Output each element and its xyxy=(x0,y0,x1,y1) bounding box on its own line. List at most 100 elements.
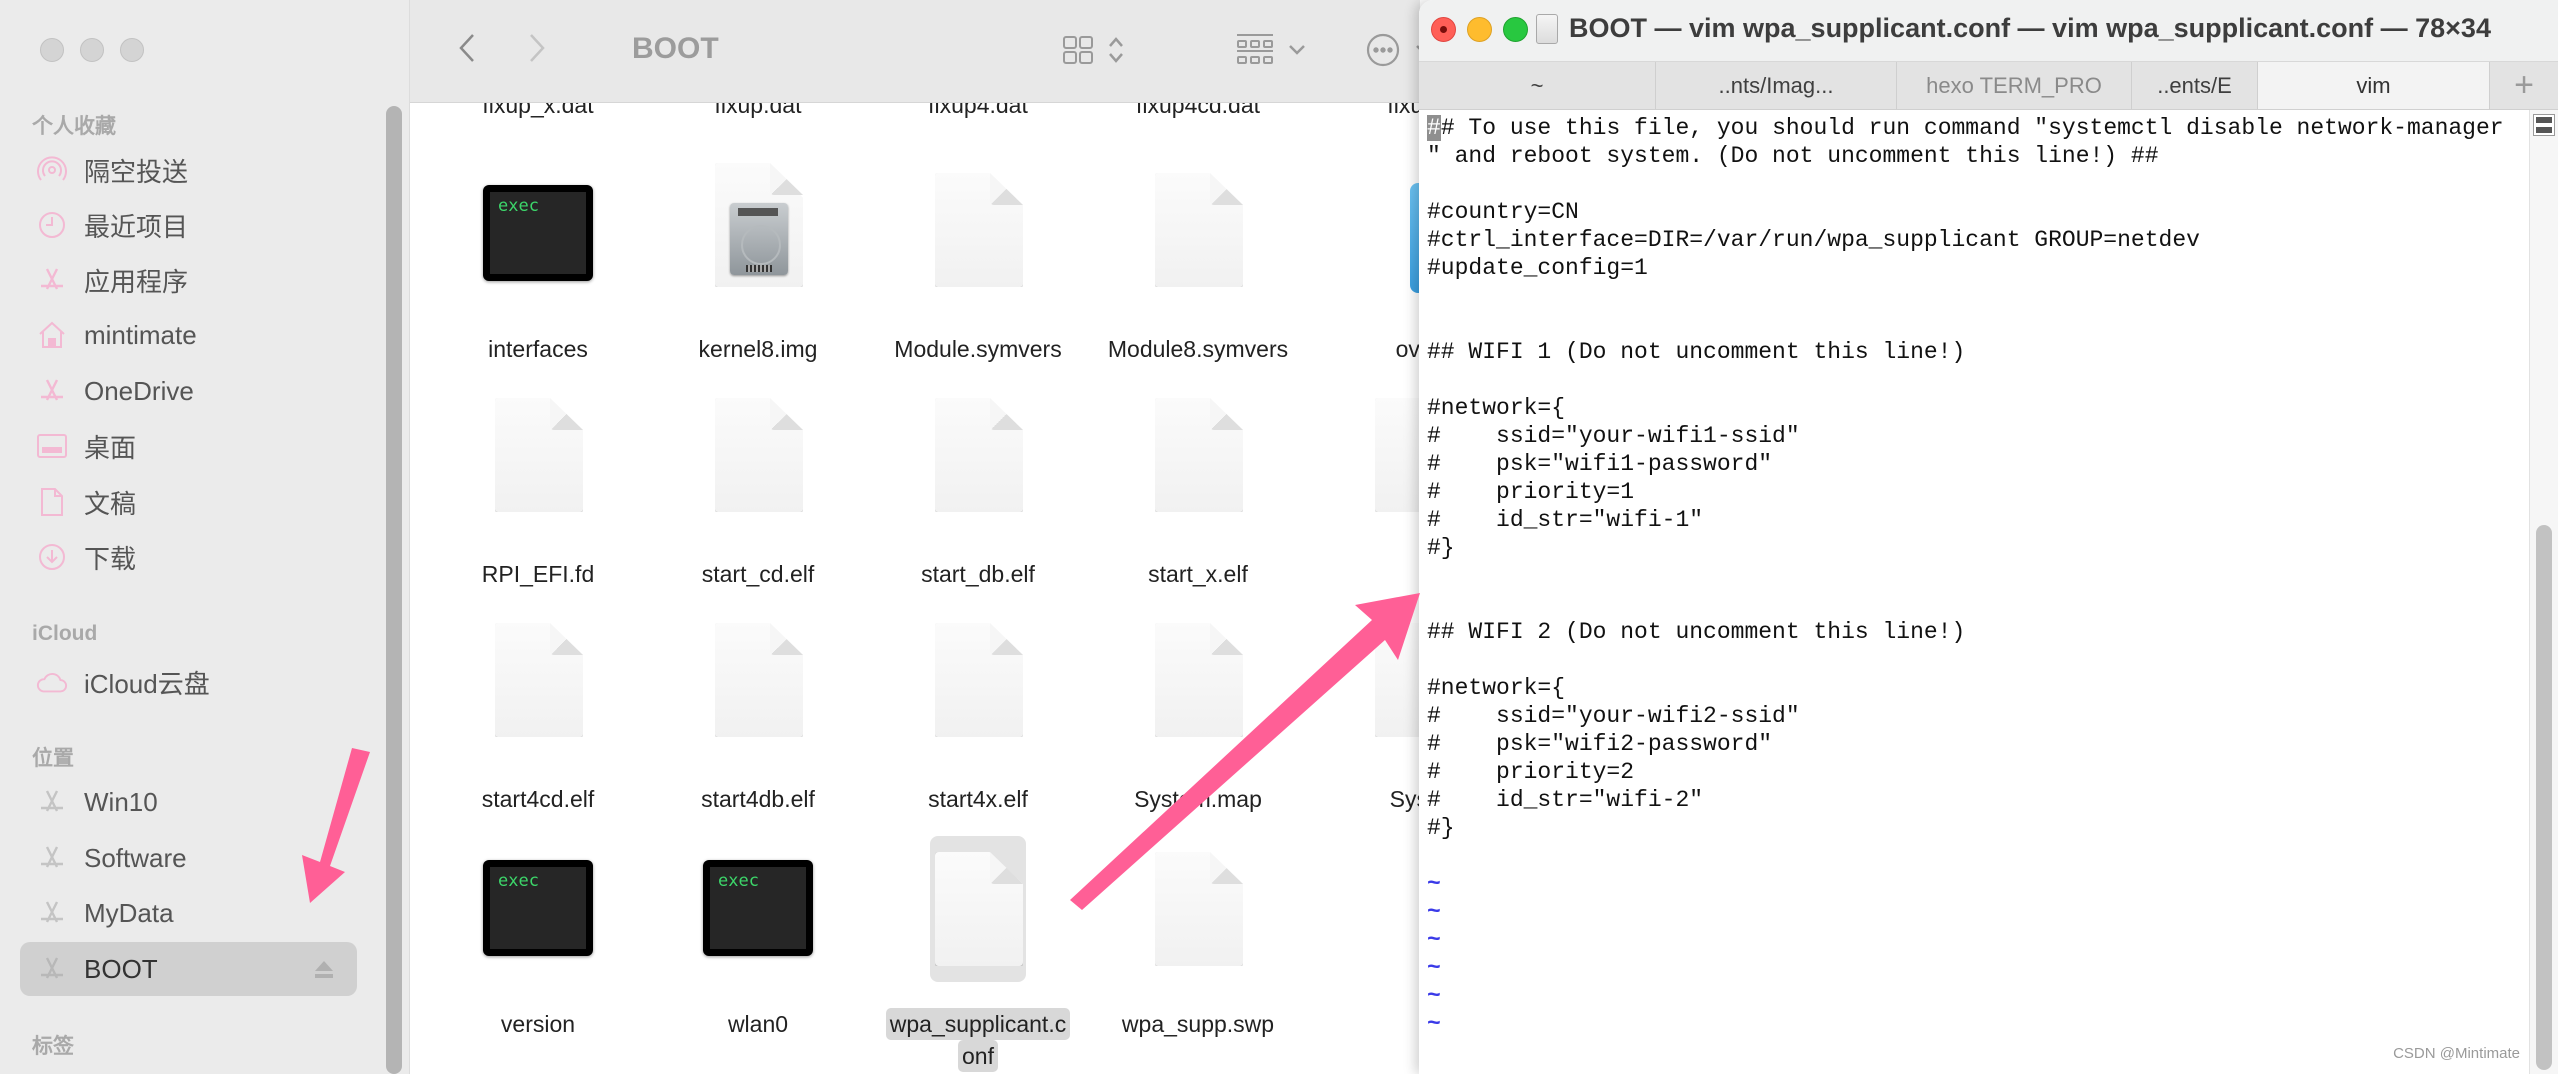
file-item-system-map[interactable]: System.map xyxy=(1088,623,1308,815)
file-item-interfaces[interactable]: exec interfaces xyxy=(428,173,648,365)
sidebar-scrollbar[interactable] xyxy=(386,106,402,1074)
sidebar-item-airdrop[interactable]: 隔空投送 xyxy=(20,143,357,197)
sidebar-item-label: MyData xyxy=(84,897,174,928)
tab-images[interactable]: ..nts/Imag... xyxy=(1656,62,1897,109)
file-label: kernel8.img xyxy=(698,336,818,362)
group-icon xyxy=(1236,33,1274,72)
desktop-icon xyxy=(36,430,68,462)
window-close-button[interactable] xyxy=(40,38,64,62)
terminal-close-button[interactable] xyxy=(1431,17,1456,42)
sidebar-item-label: 隔空投送 xyxy=(84,156,189,187)
terminal-zoom-button[interactable] xyxy=(1503,17,1528,42)
vim-line: # id_str="wifi-1" xyxy=(1427,507,1704,533)
sidebar-item-recents[interactable]: 最近项目 xyxy=(20,198,357,252)
forward-button[interactable] xyxy=(522,30,552,70)
vim-line: #network={ xyxy=(1427,395,1566,421)
file-item-start4x[interactable]: start4x.elf xyxy=(868,623,1088,815)
applications-icon xyxy=(36,264,68,296)
sidebar-item-documents[interactable]: 文稿 xyxy=(20,475,357,529)
terminal-minimize-button[interactable] xyxy=(1467,17,1492,42)
tab-hexo[interactable]: hexo TERM_PRO xyxy=(1897,62,2132,109)
exec-file-icon: exec xyxy=(703,860,813,956)
document-file-icon xyxy=(715,398,803,512)
file-item-start-x[interactable]: start_x.elf xyxy=(1088,398,1308,590)
vim-line: ## WIFI 1 (Do not uncomment this line!) xyxy=(1427,339,1966,365)
file-item-start[interactable]: star xyxy=(1308,398,1420,590)
file-item-start-cd[interactable]: start_cd.elf xyxy=(648,398,868,590)
sidebar-item-applications[interactable]: 应用程序 xyxy=(20,253,357,307)
drive-icon xyxy=(36,953,68,985)
tab-vim[interactable]: vim xyxy=(2258,62,2490,109)
hard-drive-icon xyxy=(730,203,788,275)
sidebar-item-label: 应用程序 xyxy=(84,266,189,297)
file-item-kernel8[interactable]: kernel8.img xyxy=(648,163,868,365)
file-item[interactable]: fixup4 xyxy=(1308,103,1420,121)
file-label: fixup.dat xyxy=(714,103,802,118)
exec-badge: exec xyxy=(498,871,539,891)
vim-line: #ctrl_interface=DIR=/var/run/wpa_supplic… xyxy=(1427,227,2200,253)
vim-empty-line-marker: ~ xyxy=(1427,955,1441,981)
file-item-wpa-supplicant-conf[interactable]: wpa_supplicant.c onf xyxy=(868,836,1088,1072)
file-label: start4cd.elf xyxy=(481,786,595,812)
file-item-module-symvers[interactable]: Module.symvers xyxy=(868,173,1088,365)
sidebar-item-software[interactable]: Software xyxy=(20,831,357,885)
eject-icon[interactable] xyxy=(313,958,335,980)
file-label: wpa_supp.swp xyxy=(1121,1011,1275,1037)
sidebar-item-downloads[interactable]: 下载 xyxy=(20,530,357,584)
sidebar-item-label: OneDrive xyxy=(84,375,194,406)
window-minimize-button[interactable] xyxy=(80,38,104,62)
file-item-wlan0[interactable]: exec wlan0 xyxy=(648,848,868,1040)
tab-home[interactable]: ~ xyxy=(1419,62,1656,109)
sidebar-item-icloud-drive[interactable]: iCloud云盘 xyxy=(20,655,357,709)
sidebar-item-label: mintimate xyxy=(84,319,197,350)
file-label-line2: onf xyxy=(958,1040,998,1072)
file-item-system[interactable]: System xyxy=(1308,623,1420,815)
split-pane-icon[interactable] xyxy=(2533,114,2555,136)
file-label: fixup4.dat xyxy=(928,103,1028,118)
file-label: RPI_EFI.fd xyxy=(481,561,595,587)
view-mode-button[interactable] xyxy=(1062,30,1124,74)
sidebar-item-desktop[interactable]: 桌面 xyxy=(20,419,357,473)
vim-line: #network={ xyxy=(1427,675,1566,701)
document-file-icon xyxy=(1155,852,1243,966)
file-item-overlays[interactable]: over xyxy=(1308,173,1420,365)
vim-line: # priority=1 xyxy=(1427,479,1635,505)
vim-editor-buffer[interactable]: ## To use this file, you should run comm… xyxy=(1427,114,2527,1038)
terminal-scrollbar-thumb[interactable] xyxy=(2536,525,2552,1070)
file-item-start4cd[interactable]: start4cd.elf xyxy=(428,623,648,815)
group-button[interactable] xyxy=(1236,30,1306,74)
file-item[interactable]: fixup_x.dat xyxy=(428,103,648,121)
file-label: version xyxy=(500,1011,576,1037)
file-item-rpi-efi[interactable]: RPI_EFI.fd xyxy=(428,398,648,590)
document-file-icon xyxy=(715,623,803,737)
vim-line xyxy=(1427,842,2527,870)
file-item-version[interactable]: exec version xyxy=(428,848,648,1040)
file-label: start_cd.elf xyxy=(701,561,815,587)
window-zoom-button[interactable] xyxy=(120,38,144,62)
sidebar-item-home[interactable]: mintimate xyxy=(20,308,357,362)
file-item[interactable]: fixup4.dat xyxy=(868,103,1088,121)
sidebar-item-win10[interactable]: Win10 xyxy=(20,775,357,829)
sidebar-item-mydata[interactable]: MyData xyxy=(20,886,357,940)
file-item-module8-symvers[interactable]: Module8.symvers xyxy=(1088,173,1308,365)
exec-file-icon: exec xyxy=(483,185,593,281)
sidebar-item-onedrive[interactable]: OneDrive xyxy=(20,364,357,418)
file-item[interactable]: fixup4cd.dat xyxy=(1088,103,1308,121)
file-item-start4db[interactable]: start4db.elf xyxy=(648,623,868,815)
new-tab-button[interactable]: + xyxy=(2490,62,2558,109)
vim-cursor: # xyxy=(1427,115,1441,141)
disk-icon xyxy=(1536,14,1558,44)
sidebar-item-label: iCloud云盘 xyxy=(84,668,210,699)
file-label: System xyxy=(1389,786,1420,812)
tab-documents[interactable]: ..ents/E xyxy=(2132,62,2258,109)
chevron-left-icon xyxy=(458,32,476,69)
document-file-icon xyxy=(1155,173,1243,287)
file-item-wpa-supp-swp[interactable]: wpa_supp.swp xyxy=(1088,848,1308,1040)
document-file-icon xyxy=(1375,623,1420,737)
file-item-start-db[interactable]: start_db.elf xyxy=(868,398,1088,590)
file-item[interactable]: fixup.dat xyxy=(648,103,868,121)
file-label: Module8.symvers xyxy=(1107,336,1289,362)
back-button[interactable] xyxy=(452,30,482,70)
document-icon xyxy=(36,486,68,518)
sidebar-item-boot[interactable]: BOOT xyxy=(20,942,357,996)
